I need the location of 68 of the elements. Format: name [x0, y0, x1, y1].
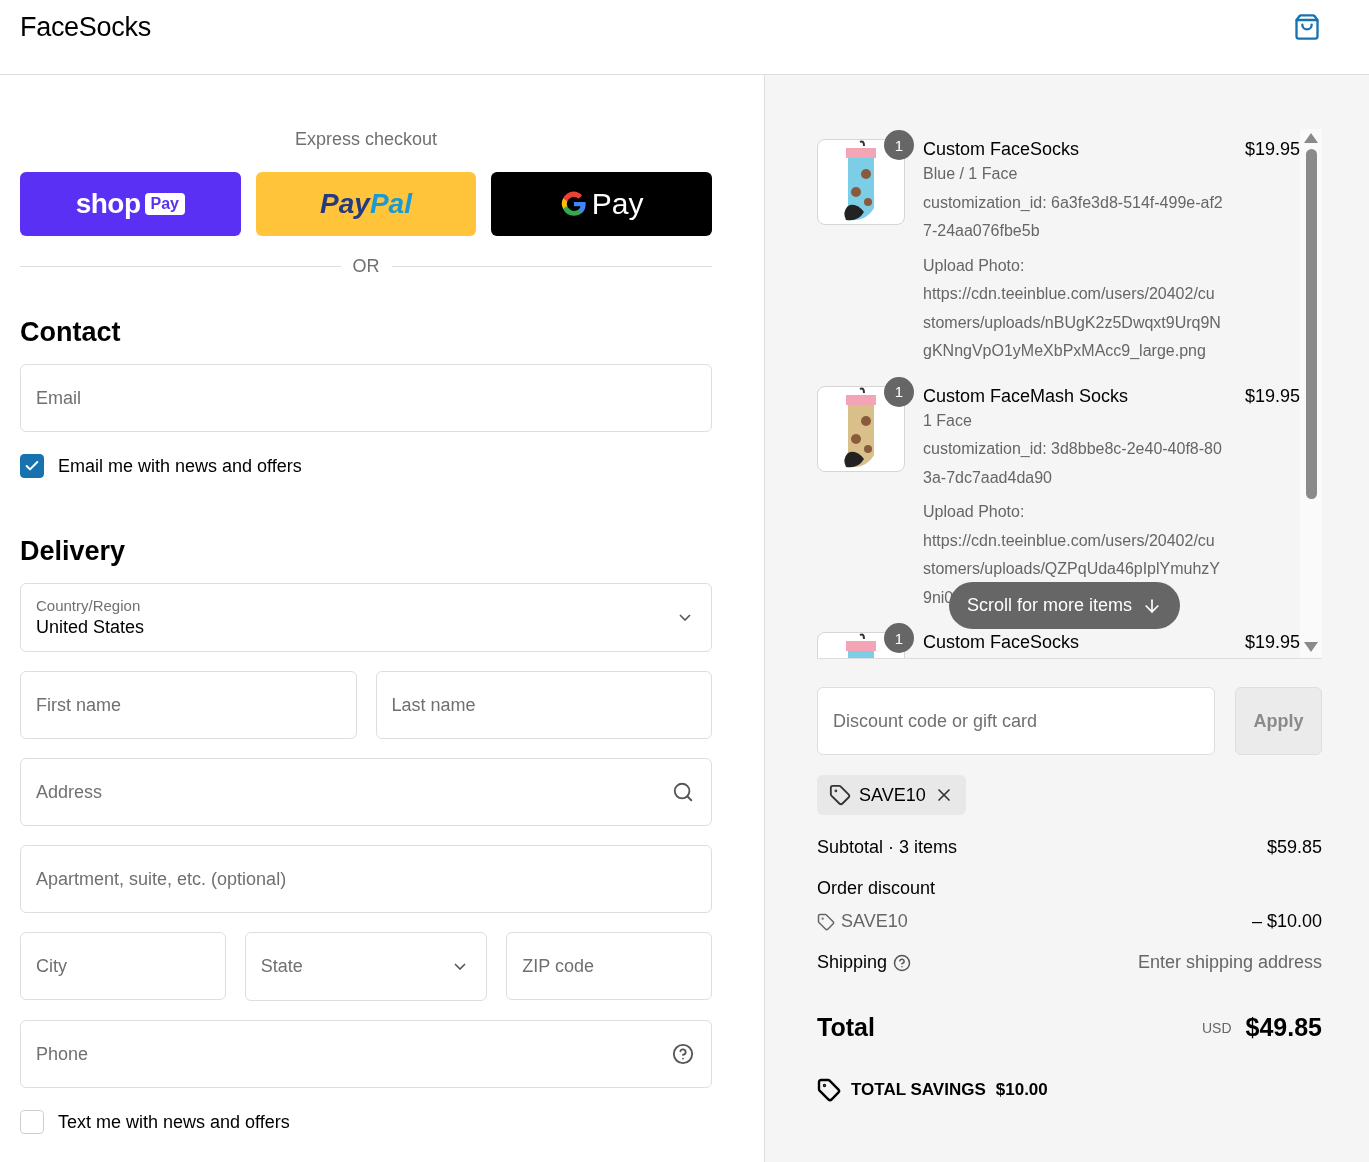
product-title: Custom FaceSocks — [923, 139, 1080, 160]
quantity-badge: 1 — [884, 623, 914, 653]
first-name-field[interactable]: First name — [20, 671, 357, 739]
upload-url-line: https://cdn.teeinblue.com/users/20402/cu — [923, 530, 1215, 551]
checkbox-label: Email me with news and offers — [58, 455, 302, 477]
scroll-up-icon[interactable] — [1304, 133, 1318, 143]
section-heading: Delivery — [20, 536, 127, 567]
quantity-badge: 1 — [884, 376, 914, 407]
product-price: $19.95 — [1244, 385, 1300, 407]
upload-url-line: stomers/uploads/nBUgK2z5Dwqxt9Urq9N — [923, 312, 1221, 333]
city-field[interactable]: City — [20, 932, 226, 1000]
product-variant: Blue / 1 Face — [923, 164, 1019, 184]
paypal-button[interactable]: PayPal — [255, 172, 477, 236]
bag-icon[interactable] — [1293, 13, 1321, 41]
tag-icon — [817, 912, 835, 931]
discount-value: – $10.00 — [1251, 911, 1322, 932]
scrollbar-thumb[interactable] — [1305, 149, 1317, 499]
shipping-value: Enter shipping address — [1137, 952, 1322, 973]
savings-label: TOTAL SAVINGS — [851, 1080, 986, 1100]
discount-code: SAVE10 — [841, 911, 908, 932]
divider-label: OR — [352, 256, 380, 277]
tag-icon — [829, 784, 851, 806]
tag-icon — [817, 1078, 841, 1102]
product-variant: 1 Face — [923, 410, 973, 431]
country-select[interactable]: Country/Region United States — [20, 583, 712, 652]
google-icon — [559, 190, 588, 218]
checkbox-label: Text me with news and offers — [58, 1111, 290, 1133]
apartment-field[interactable]: Apartment, suite, etc. (optional) — [20, 845, 712, 913]
help-icon[interactable] — [672, 1043, 694, 1065]
product-price: $19.95 — [1244, 139, 1300, 160]
state-select[interactable]: State — [244, 932, 488, 1001]
phone-field[interactable]: Phone — [20, 1020, 712, 1088]
discount-label: Order discount — [817, 878, 936, 899]
zip-field[interactable]: ZIP code — [506, 932, 712, 1000]
total-label: Total — [817, 1013, 875, 1042]
customization-id: customization_id: 3d8bbe8c-2e40-40f8-803a-7dc7aad4da90 — [923, 439, 1223, 488]
section-heading: Contact — [20, 317, 122, 348]
upload-url-line: https://cdn.teeinblue.com/users/20402/cu — [923, 284, 1215, 304]
scroll-down-icon[interactable] — [1304, 642, 1318, 652]
last-name-field[interactable]: Last name — [375, 671, 712, 739]
upload-label: Upload Photo: — [923, 255, 1026, 276]
quantity-badge: 1 — [884, 130, 914, 160]
product-title: Custom FaceSocks — [923, 632, 1080, 653]
savings-value: $10.00 — [995, 1080, 1048, 1100]
upload-url-line: stomers/uploads/QZPqUda46pIplYmuhzY — [923, 559, 1221, 579]
shipping-label: Shipping — [817, 952, 888, 973]
subtotal-value: $59.85 — [1266, 837, 1322, 858]
product-price: $19.95 — [1244, 632, 1300, 653]
chevron-icon — [679, 614, 691, 621]
total-value: $49.85 — [1245, 1013, 1322, 1042]
checkbox[interactable] — [20, 454, 44, 478]
shop-pay-button[interactable]: shop Pay — [20, 172, 241, 236]
subtotal-label: Subtotal · 3 items — [817, 837, 958, 858]
upload-label: Upload Photo: — [923, 502, 1026, 522]
product-title: Custom FaceMash Socks — [923, 385, 1129, 407]
help-icon[interactable] — [893, 953, 912, 972]
search-icon — [672, 781, 694, 803]
upload-url-line: gKNngVpO1yMeXbPxMAcc9_large.png — [923, 341, 1206, 361]
discount-field[interactable]: Discount code or gift card — [817, 687, 1215, 755]
currency-label: USD — [1201, 1019, 1232, 1036]
address-field[interactable]: Address — [20, 758, 712, 826]
customization-id: customization_id: 6a3fe3d8-514f-499e-af27-24aa076fbe5b — [923, 192, 1224, 241]
email-field[interactable]: Email — [20, 364, 712, 432]
discount-code: SAVE10 — [859, 784, 926, 806]
section-title: Express checkout — [293, 129, 439, 150]
google-pay-button[interactable]: Pay — [491, 172, 712, 236]
brand-logo[interactable]: FaceSocks — [20, 11, 151, 43]
chevron-icon — [454, 963, 467, 970]
